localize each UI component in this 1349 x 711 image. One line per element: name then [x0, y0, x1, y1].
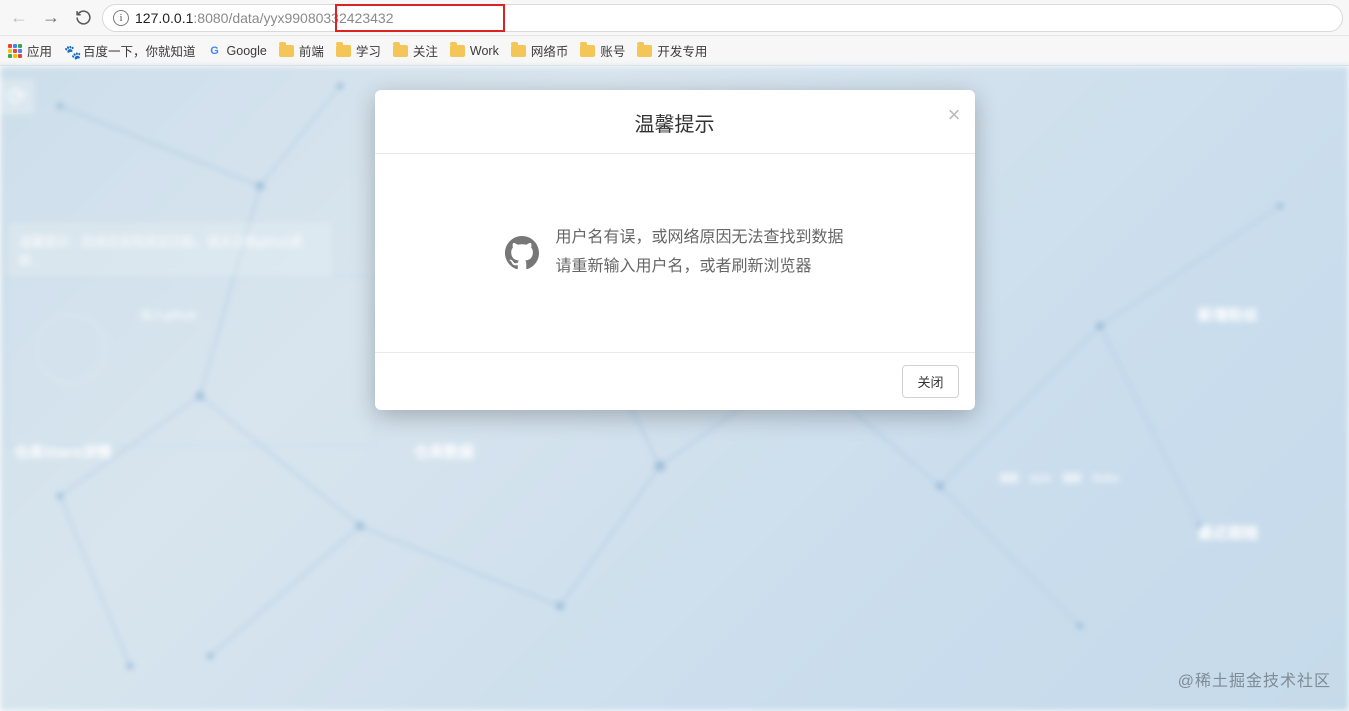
modal-message: 用户名有误，或网络原因无法查找到数据 请重新输入用户名，或者刷新浏览器 [555, 224, 843, 282]
modal-line1: 用户名有误，或网络原因无法查找到数据 [555, 224, 843, 253]
bookmark-label: 开发专用 [657, 41, 707, 60]
bookmark-folder[interactable]: Work [450, 44, 499, 58]
modal-title: 温馨提示 [635, 114, 715, 136]
watermark: @稀土掘金技术社区 [1178, 667, 1331, 691]
folder-icon [336, 45, 351, 57]
address-bar[interactable]: i 127.0.0.1:8080/data/yyx99080332423432 [102, 4, 1343, 32]
bookmark-folder[interactable]: 关注 [393, 41, 438, 60]
apps-grid-icon [8, 44, 22, 58]
bookmark-label: 账号 [600, 41, 625, 60]
modal-header: 温馨提示 × [375, 90, 975, 154]
bookmark-label: Work [470, 44, 499, 58]
apps-label: 应用 [27, 41, 52, 60]
google-icon: G [208, 44, 222, 58]
modal-body: 用户名有误，或网络原因无法查找到数据 请重新输入用户名，或者刷新浏览器 [375, 154, 975, 352]
bookmark-folder[interactable]: 网络币 [511, 41, 569, 60]
bookmarks-bar: 应用 🐾 百度一下，你就知道 G Google 前端 学习 关注 Work 网络… [0, 36, 1349, 66]
folder-icon [580, 45, 595, 57]
folder-icon [637, 45, 652, 57]
modal-dialog: 温馨提示 × 用户名有误，或网络原因无法查找到数据 请重新输入用户名，或者刷新浏… [375, 90, 975, 410]
bookmark-label: 关注 [413, 41, 438, 60]
modal-footer: 关闭 [375, 352, 975, 410]
bookmark-item[interactable]: G Google [208, 44, 267, 58]
bookmark-label: Google [227, 44, 267, 58]
modal-close-footer-button[interactable]: 关闭 [902, 365, 958, 398]
folder-icon [511, 45, 526, 57]
bookmark-label: 学习 [356, 41, 381, 60]
bookmark-folder[interactable]: 开发专用 [637, 41, 707, 60]
bookmark-folder[interactable]: 账号 [580, 41, 625, 60]
url-text: 127.0.0.1:8080/data/yyx99080332423432 [135, 10, 393, 26]
bookmark-folder[interactable]: 学习 [336, 41, 381, 60]
folder-icon [279, 45, 294, 57]
bookmark-label: 前端 [299, 41, 324, 60]
modal-close-button[interactable]: × [948, 104, 961, 126]
browser-nav-bar: ← → i 127.0.0.1:8080/data/yyx99080332423… [0, 0, 1349, 36]
folder-icon [393, 45, 408, 57]
forward-button[interactable]: → [38, 5, 64, 31]
folder-icon [450, 45, 465, 57]
site-info-icon[interactable]: i [113, 10, 129, 26]
close-icon: × [948, 102, 961, 127]
back-button[interactable]: ← [6, 5, 32, 31]
bookmark-folder[interactable]: 前端 [279, 41, 324, 60]
bookmark-label: 网络币 [531, 41, 569, 60]
bookmark-item[interactable]: 🐾 百度一下，你就知道 [64, 41, 196, 60]
github-icon [505, 236, 539, 270]
apps-button[interactable]: 应用 [8, 41, 52, 60]
bookmark-label: 百度一下，你就知道 [83, 41, 196, 60]
baidu-icon: 🐾 [64, 44, 78, 58]
modal-line2: 请重新输入用户名，或者刷新浏览器 [555, 253, 843, 282]
reload-button[interactable] [70, 5, 96, 31]
